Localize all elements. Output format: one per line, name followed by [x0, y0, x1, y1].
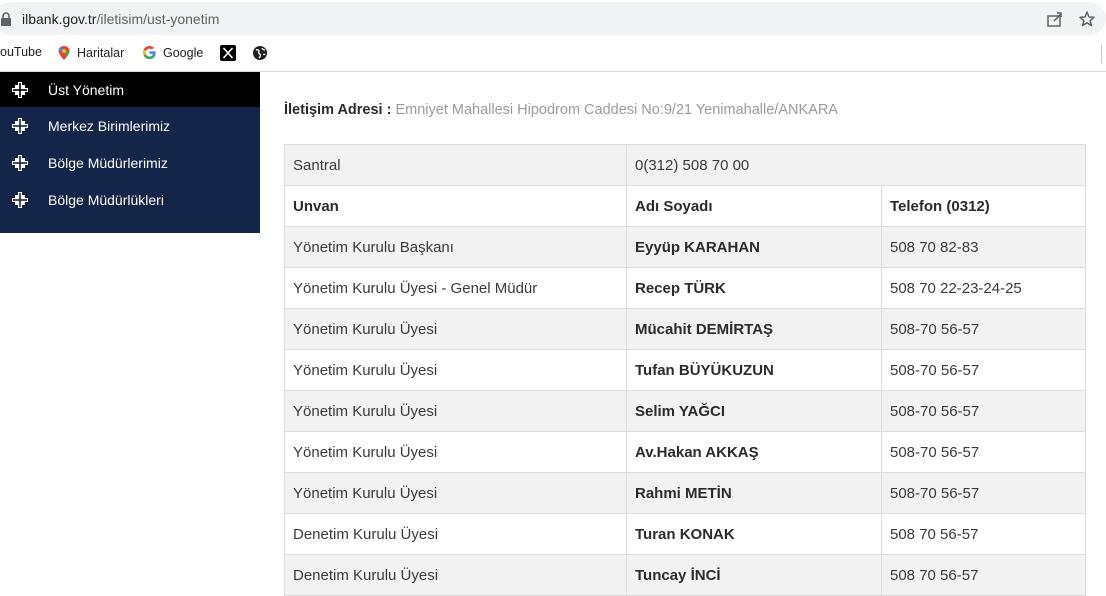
sidebar-item-label: Bölge Müdürlükleri: [48, 191, 164, 208]
sidebar-item-merkez-birimlerimiz[interactable]: Merkez Birimlerimiz: [0, 107, 260, 144]
row-phone: 508-70 56-57: [880, 308, 1087, 350]
ilbank-logo-icon: [12, 81, 28, 98]
table-row: Denetim Kurulu Üyesi Tuncay İNCİ 508 70 …: [284, 554, 1087, 596]
bookmark-label: Google: [163, 45, 204, 60]
contact-address: İletişim Adresi : Emniyet Mahallesi Hipo…: [284, 102, 838, 118]
sidebar-item-bolge-mudurlerimiz[interactable]: Bölge Müdürlerimiz: [0, 144, 260, 181]
santral-label: Santral: [284, 144, 627, 186]
bookmark-star-icon[interactable]: [1078, 10, 1096, 28]
header-unvan: Unvan: [284, 185, 627, 227]
x-logo-icon: [220, 45, 236, 61]
sidebar-item-label: Merkez Birimlerimiz: [48, 117, 171, 134]
row-title: Yönetim Kurulu Üyesi: [284, 390, 627, 432]
row-phone: 508 70 22-23-24-25: [880, 267, 1087, 309]
row-phone: 508-70 56-57: [880, 431, 1087, 473]
table-row: Yönetim Kurulu Üyesi - Genel Müdür Recep…: [284, 267, 1087, 309]
row-phone: 508-70 56-57: [880, 472, 1087, 514]
row-title: Yönetim Kurulu Üyesi: [284, 308, 627, 350]
row-name: Turan KONAK: [626, 513, 882, 555]
url-domain: ilbank.gov.tr: [22, 11, 97, 27]
share-icon[interactable]: [1046, 10, 1064, 28]
row-name: Rahmi METİN: [626, 472, 882, 514]
address-value: Emniyet Mahallesi Hipodrom Caddesi No:9/…: [395, 102, 838, 118]
row-title: Denetim Kurulu Üyesi: [284, 554, 627, 596]
sidebar-item-label: Bölge Müdürlerimiz: [48, 154, 168, 171]
row-title: Yönetim Kurulu Üyesi: [284, 349, 627, 391]
bookmark-google[interactable]: Google: [142, 45, 203, 60]
bookmarks-separator: [1101, 45, 1102, 63]
table-row: Yönetim Kurulu Üyesi Selim YAĞCI 508-70 …: [284, 390, 1087, 432]
table-row: Denetim Kurulu Üyesi Turan KONAK 508 70 …: [284, 513, 1087, 555]
management-table: Santral 0(312) 508 70 00 Unvan Adı Soyad…: [284, 144, 1087, 596]
row-title: Yönetim Kurulu Üyesi: [284, 472, 627, 514]
row-name: Tufan BÜYÜKUZUN: [626, 349, 882, 391]
row-name: Mücahit DEMİRTAŞ: [626, 308, 882, 350]
row-name: Recep TÜRK: [626, 267, 882, 309]
lock-icon[interactable]: [0, 12, 12, 26]
row-title: Yönetim Kurulu Üyesi: [284, 431, 627, 473]
browser-address-bar: ilbank.gov.tr/iletisim/ust-yonetim: [0, 0, 1106, 36]
row-title: Yönetim Kurulu Başkanı: [284, 226, 627, 268]
header-adi-soyadi: Adı Soyadı: [626, 185, 882, 227]
table-row: Yönetim Kurulu Üyesi Mücahit DEMİRTAŞ 50…: [284, 308, 1087, 350]
ilbank-logo-icon: [12, 117, 28, 134]
santral-row: Santral 0(312) 508 70 00: [284, 144, 1087, 186]
ilbank-logo-icon: [12, 191, 28, 208]
address-label: İletişim Adresi :: [284, 102, 392, 118]
row-phone: 508-70 56-57: [880, 349, 1087, 391]
row-title: Yönetim Kurulu Üyesi - Genel Müdür: [284, 267, 627, 309]
row-title: Denetim Kurulu Üyesi: [284, 513, 627, 555]
bookmarks-bar: ouTube Haritalar Google: [0, 36, 1106, 72]
bookmark-label: Haritalar: [77, 46, 125, 60]
sidebar-menu: Üst Yönetim Merkez Birimlerimiz Bölge Mü…: [0, 72, 260, 233]
row-phone: 508 70 56-57: [880, 554, 1087, 596]
url-text[interactable]: ilbank.gov.tr/iletisim/ust-yonetim: [22, 11, 219, 27]
table-row: Yönetim Kurulu Üyesi Rahmi METİN 508-70 …: [284, 472, 1087, 514]
row-phone: 508 70 56-57: [880, 513, 1087, 555]
row-name: Eyyüp KARAHAN: [626, 226, 882, 268]
google-g-icon: [142, 45, 156, 60]
table-row: Yönetim Kurulu Başkanı Eyyüp KARAHAN 508…: [284, 226, 1087, 268]
santral-value: 0(312) 508 70 00: [625, 144, 1087, 186]
bookmark-label: ouTube: [0, 45, 42, 59]
bookmark-x[interactable]: [220, 45, 236, 61]
bookmark-haritalar[interactable]: Haritalar: [57, 45, 124, 61]
table-row: Yönetim Kurulu Üyesi Av.Hakan AKKAŞ 508-…: [284, 431, 1087, 473]
table-header-row: Unvan Adı Soyadı Telefon (0312): [284, 185, 1087, 227]
sidebar-item-label: Üst Yönetim: [48, 81, 124, 98]
table-row: Yönetim Kurulu Üyesi Tufan BÜYÜKUZUN 508…: [284, 349, 1087, 391]
sidebar-item-ust-yonetim[interactable]: Üst Yönetim: [0, 72, 260, 107]
maps-pin-icon: [58, 46, 70, 60]
row-name: Selim YAĞCI: [626, 390, 882, 432]
url-path: /iletisim/ust-yonetim: [96, 11, 220, 27]
row-name: Tuncay İNCİ: [626, 554, 882, 596]
header-telefon: Telefon (0312): [880, 185, 1087, 227]
bookmark-globe[interactable]: [252, 45, 268, 61]
ilbank-logo-icon: [12, 154, 28, 171]
row-phone: 508 70 82-83: [880, 226, 1087, 268]
row-phone: 508-70 56-57: [880, 390, 1087, 432]
bookmark-youtube[interactable]: ouTube: [0, 45, 42, 59]
sidebar-item-bolge-mudurlukleri[interactable]: Bölge Müdürlükleri: [0, 181, 260, 218]
globe-icon: [253, 46, 267, 60]
row-name: Av.Hakan AKKAŞ: [626, 431, 882, 473]
omnibox[interactable]: ilbank.gov.tr/iletisim/ust-yonetim: [0, 2, 1106, 35]
